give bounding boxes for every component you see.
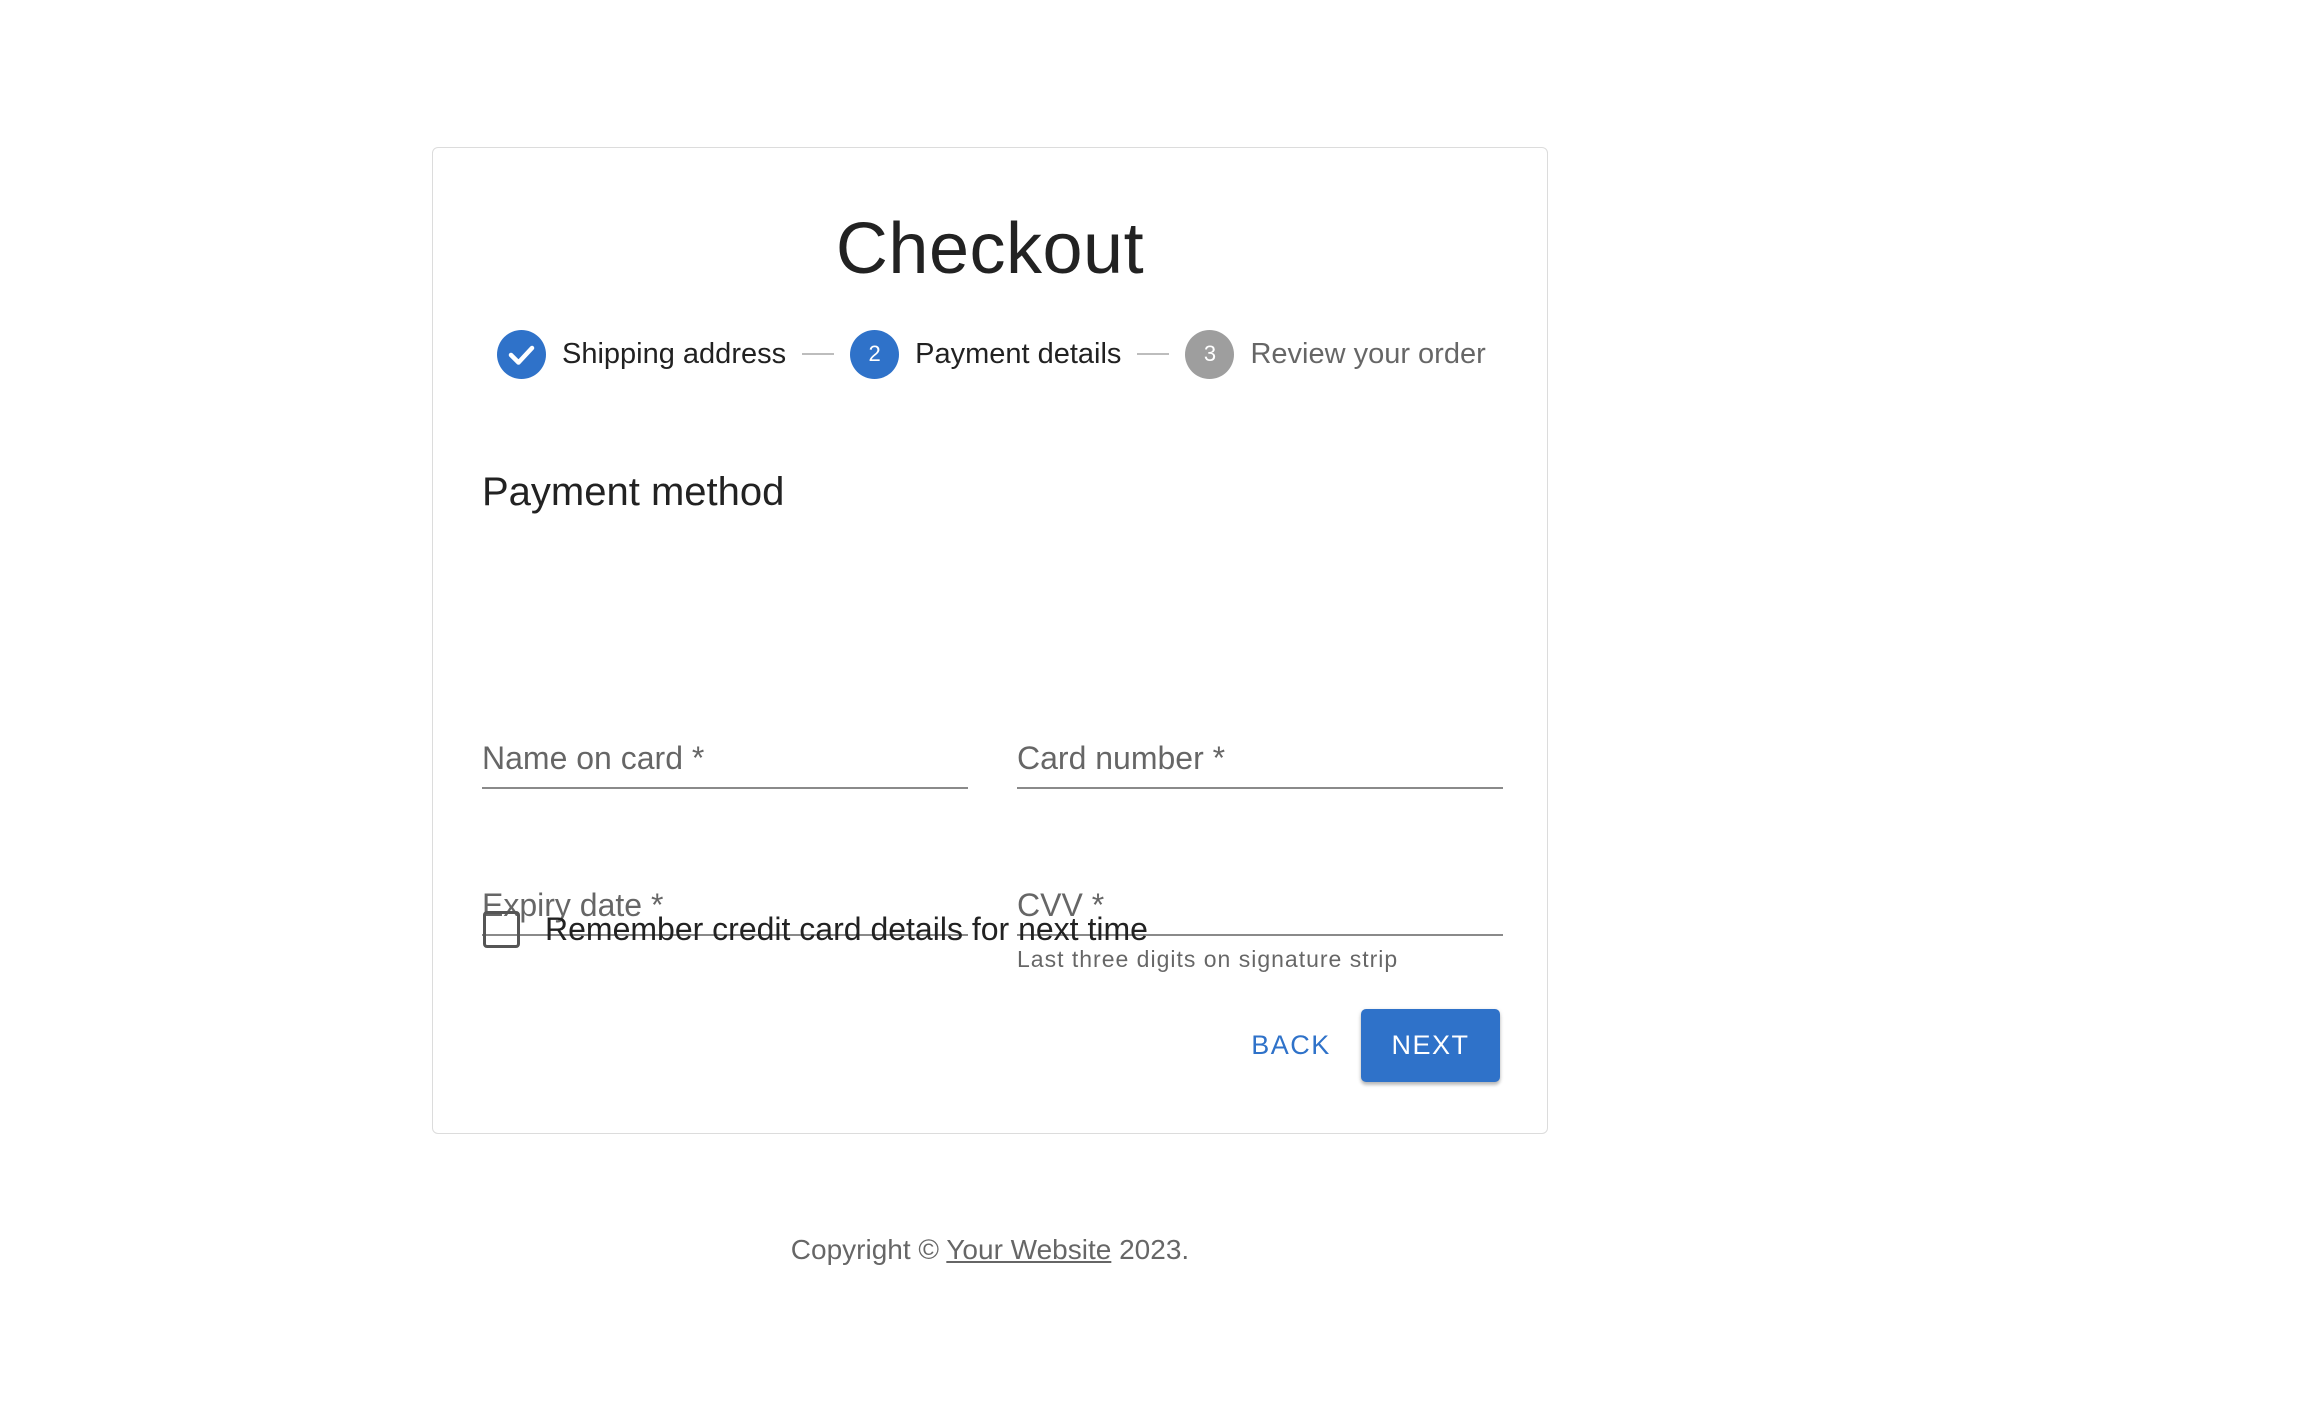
step-review-order: 3 Review your order <box>1185 329 1486 379</box>
step-payment-details: 2 Payment details <box>850 329 1122 379</box>
next-button[interactable]: NEXT <box>1361 1009 1500 1082</box>
website-link[interactable]: Your Website <box>946 1234 1111 1265</box>
field-label: Card number * <box>1017 740 1226 776</box>
step-label: Review your order <box>1250 337 1486 370</box>
section-title: Payment method <box>482 470 785 514</box>
step-label: Shipping address <box>562 337 787 370</box>
copyright-prefix: Copyright © <box>790 1234 947 1265</box>
remember-card-checkbox[interactable] <box>483 910 520 948</box>
step-connector <box>1137 353 1170 355</box>
step-number-badge: 2 <box>850 329 900 379</box>
remember-card-label[interactable]: Remember credit card details for next ti… <box>545 911 1148 948</box>
check-icon <box>497 329 546 379</box>
field-label: Name on card * <box>482 740 705 776</box>
stepper: Shipping address 2 Payment details 3 Rev… <box>497 328 1487 380</box>
step-label: Payment details <box>915 337 1122 370</box>
back-button[interactable]: BACK <box>1221 1009 1361 1082</box>
card-number-field[interactable]: Card number * <box>1017 715 1503 789</box>
copyright-suffix: 2023. <box>1111 1234 1190 1265</box>
step-shipping-address: Shipping address <box>497 329 787 379</box>
step-connector <box>802 353 835 355</box>
remember-card-option[interactable]: Remember credit card details for next ti… <box>483 899 1148 959</box>
step-number-badge: 3 <box>1185 329 1235 379</box>
page-title: Checkout <box>835 209 1145 289</box>
name-on-card-field[interactable]: Name on card * <box>482 715 968 789</box>
page: Checkout Shipping address 2 Payment deta… <box>0 0 2302 1424</box>
checkout-card: Checkout Shipping address 2 Payment deta… <box>432 147 1548 1134</box>
footer-copyright: Copyright © Your Website 2023. <box>432 1234 1548 1266</box>
